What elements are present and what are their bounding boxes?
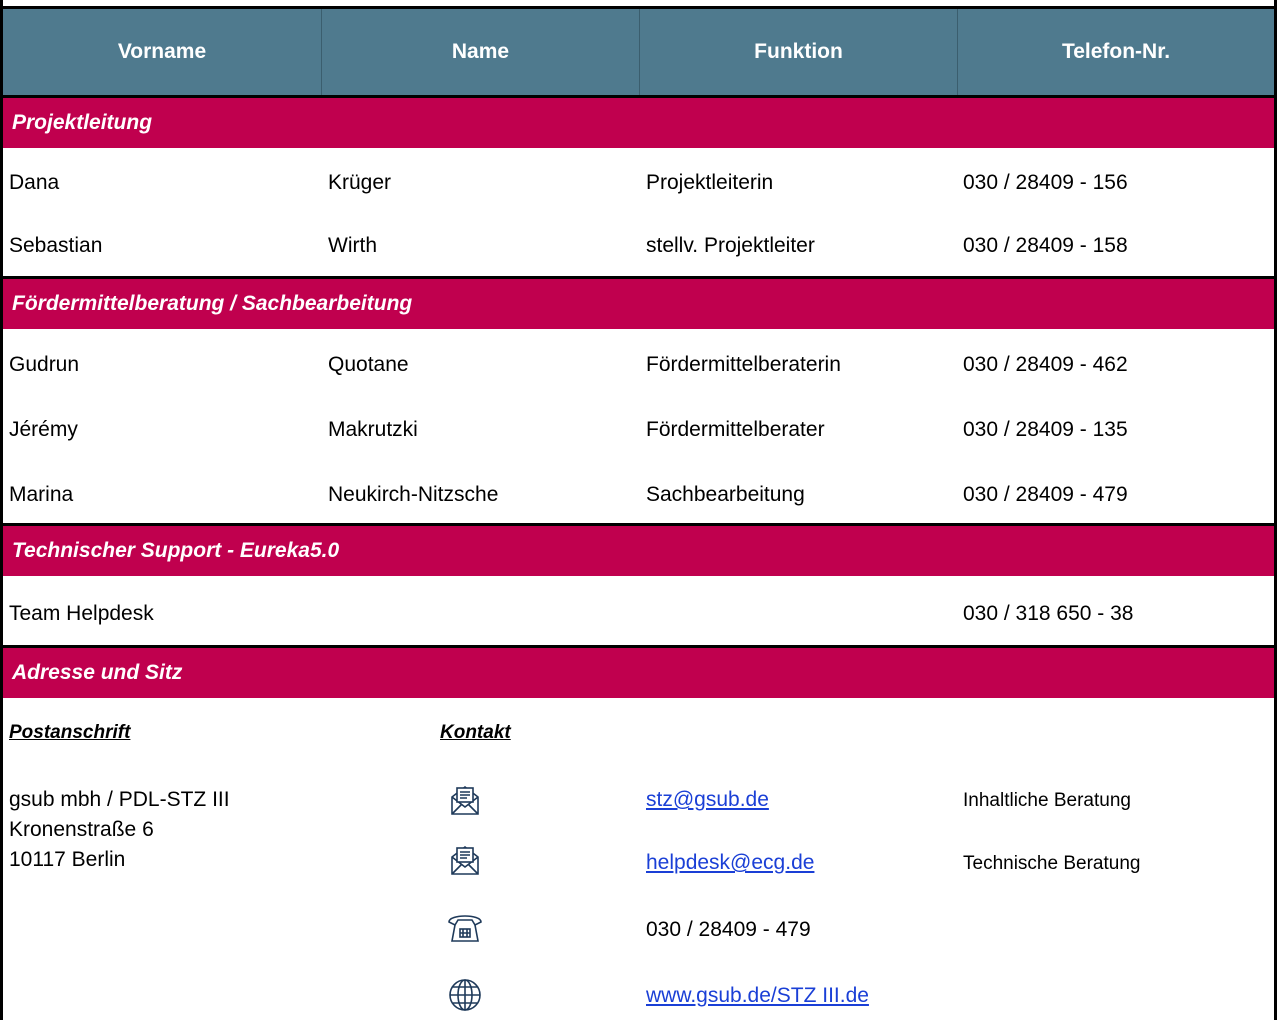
email1-description: Inhaltliche Beratung	[963, 790, 1131, 811]
header-telefon: Telefon-Nr.	[957, 9, 1274, 95]
cell-funktion: Sachbearbeitung	[646, 483, 805, 506]
section-projektleitung: Projektleitung	[0, 98, 1277, 148]
email-link-stz[interactable]: stz@gsub.de	[646, 788, 769, 812]
header-vorname: Vorname	[117, 40, 207, 63]
globe-icon	[449, 979, 481, 1011]
address-line: Kronenstraße 6	[9, 818, 154, 841]
cell-funktion: Fördermittelberaterin	[646, 353, 841, 376]
table-row: Team Helpdesk 030 / 318 650 - 38	[0, 594, 1277, 634]
table-row: Dana Krüger Projektleiterin 030 / 28409 …	[0, 163, 1277, 203]
address-line: 10117 Berlin	[9, 848, 126, 871]
header-funktion: Funktion	[639, 9, 957, 95]
contact-phone: 030 / 28409 - 479	[646, 918, 811, 941]
kontakt-label: Kontakt	[440, 722, 511, 743]
cell-vorname: Team Helpdesk	[9, 602, 154, 625]
table-row: Gudrun Quotane Fördermittelberaterin 030…	[0, 345, 1277, 385]
cell-telefon: 030 / 28409 - 158	[963, 234, 1128, 257]
cell-funktion: Fördermittelberater	[646, 418, 825, 441]
section-foerdermittel: Fördermittelberatung / Sachbearbeitung	[0, 279, 1277, 329]
table-row: Sebastian Wirth stellv. Projektleiter 03…	[0, 226, 1277, 266]
table-row: Jérémy Makrutzki Fördermittelberater 030…	[0, 410, 1277, 450]
postanschrift-label: Postanschrift	[9, 722, 131, 743]
website-link[interactable]: www.gsub.de/STZ III.de	[646, 984, 869, 1008]
cell-name: Krüger	[328, 171, 392, 194]
table-row: Marina Neukirch-Nitzsche Sachbearbeitung…	[0, 475, 1277, 515]
section-support: Technischer Support - Eureka5.0	[0, 526, 1277, 576]
header-name: Name	[321, 9, 639, 95]
cell-vorname: Sebastian	[9, 234, 103, 257]
cell-telefon: 030 / 28409 - 156	[963, 171, 1128, 194]
cell-funktion: stellv. Projektleiter	[646, 234, 815, 257]
cell-vorname: Gudrun	[9, 353, 80, 376]
cell-name: Wirth	[328, 234, 377, 257]
cell-telefon: 030 / 28409 - 462	[963, 353, 1128, 376]
cell-telefon: 030 / 28409 - 135	[963, 418, 1128, 441]
cell-name: Quotane	[328, 353, 409, 376]
section-adresse: Adresse und Sitz	[0, 648, 1277, 698]
envelope-icon	[451, 785, 479, 815]
cell-vorname: Marina	[9, 483, 74, 506]
cell-name: Neukirch-Nitzsche	[328, 483, 499, 506]
cell-telefon: 030 / 318 650 - 38	[963, 602, 1134, 625]
cell-vorname: Jérémy	[9, 418, 78, 441]
cell-telefon: 030 / 28409 - 479	[963, 483, 1128, 506]
email2-description: Technische Beratung	[963, 853, 1141, 874]
cell-name: Makrutzki	[328, 418, 418, 441]
cell-funktion: Projektleiterin	[646, 171, 774, 194]
envelope-icon	[451, 845, 479, 875]
email-link-helpdesk[interactable]: helpdesk@ecg.de	[646, 851, 814, 875]
table-header: Vorname Name Funktion Telefon-Nr.	[0, 6, 1277, 98]
telephone-icon	[448, 915, 482, 942]
address-line: gsub mbh / PDL-STZ III	[9, 788, 230, 811]
cell-vorname: Dana	[9, 171, 60, 194]
